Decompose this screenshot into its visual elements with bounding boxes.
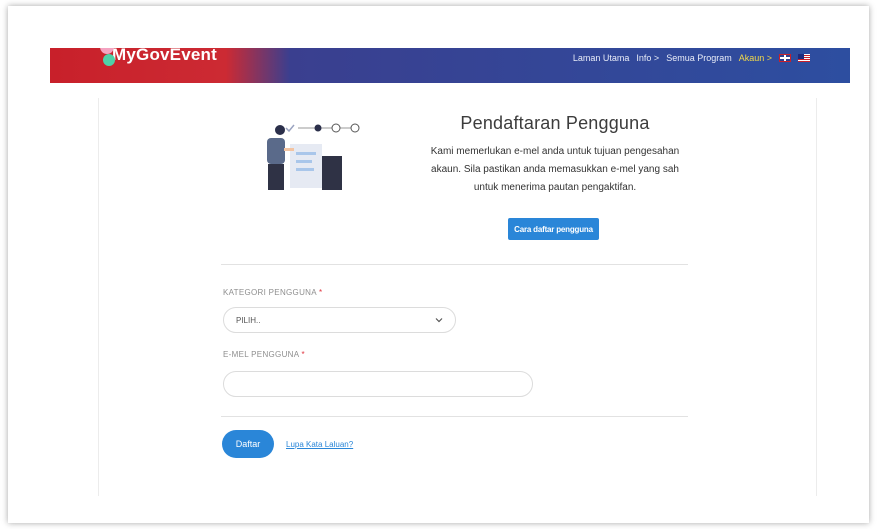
registration-illustration	[267, 123, 360, 190]
register-button[interactable]: Daftar	[222, 430, 274, 458]
email-field[interactable]	[223, 371, 533, 397]
category-label: KATEGORI PENGGUNA *	[223, 288, 323, 297]
email-label: E-MEL PENGGUNA *	[223, 350, 305, 359]
step-pending-dot	[350, 123, 360, 133]
nav-link-account[interactable]: Akaun >	[739, 53, 772, 63]
nav-link-all-programs[interactable]: Semua Program	[666, 53, 732, 63]
board-shape	[290, 144, 322, 188]
user-category-select[interactable]: PILIH..	[223, 307, 456, 333]
malaysia-flag-icon[interactable]	[798, 54, 810, 62]
form-divider	[221, 416, 688, 417]
site-logo[interactable]: MyGovEvent	[98, 48, 217, 70]
section-divider	[221, 264, 688, 265]
progress-stepper	[285, 123, 360, 133]
nav-links: Laman Utama Info > Semua Program Akaun >	[573, 48, 810, 68]
nav-link-info[interactable]: Info >	[636, 53, 659, 63]
top-navbar: MyGovEvent Laman Utama Info > Semua Prog…	[50, 48, 850, 83]
step-current-dot	[314, 124, 322, 132]
person-head	[275, 125, 285, 135]
page-title: Pendaftaran Pengguna	[460, 113, 650, 133]
registration-guide-button[interactable]: Cara daftar pengguna	[508, 218, 599, 240]
chevron-down-icon	[435, 318, 443, 323]
intro-description: Kami memerlukan e-mel anda untuk tujuan …	[430, 146, 680, 193]
step-done-check-icon	[285, 124, 295, 133]
forgot-password-link[interactable]: Lupa Kata Laluan?	[286, 440, 353, 449]
step-pending-dot	[331, 123, 341, 133]
nav-link-home[interactable]: Laman Utama	[573, 53, 630, 63]
logo-text: MyGovEvent	[112, 48, 217, 64]
select-value: PILIH..	[236, 315, 261, 325]
intro-section: Pendaftaran Pengguna Kami memerlukan e-m…	[420, 113, 690, 197]
logo-mark-icon	[98, 48, 118, 70]
uk-flag-icon[interactable]	[779, 54, 791, 62]
